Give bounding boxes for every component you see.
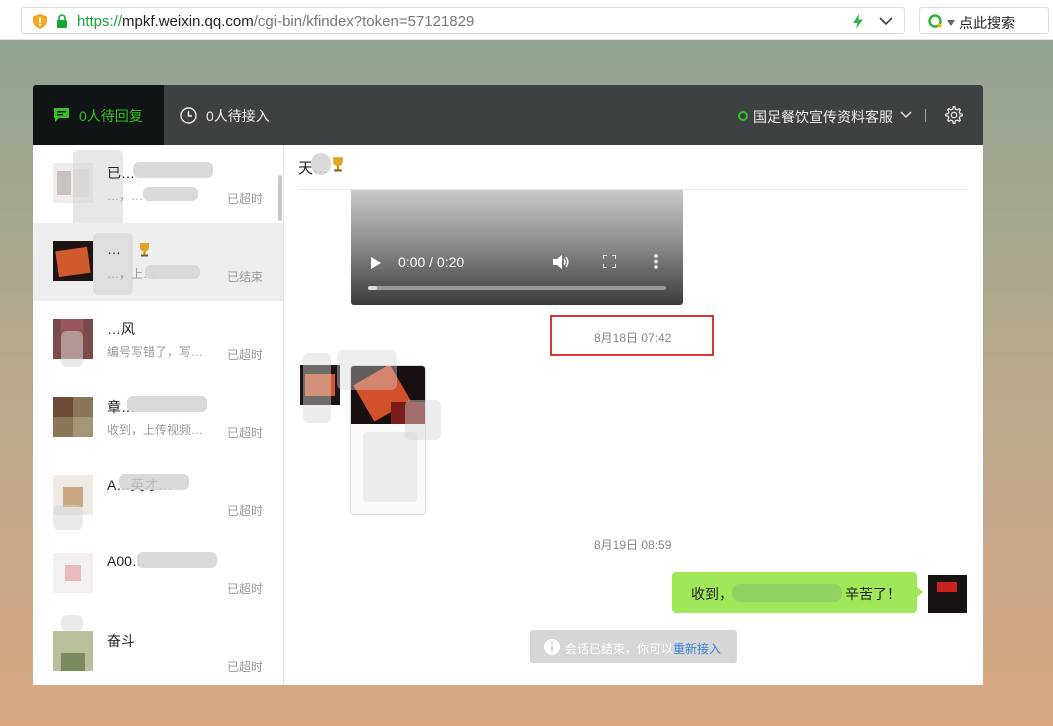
message-text-suffix: 辛苦了！ [845,586,901,602]
conversation-item[interactable]: 章… 收到，上传视频… 已超时 [33,379,283,457]
chat-bubble-icon [54,108,69,122]
avatar [53,631,93,671]
conversation-preview: …，… [107,189,144,203]
account-switcher[interactable]: 国足餐饮宣传资料客服 [736,85,936,145]
conversation-status: 已超时 [227,582,264,596]
customer-service-app: 0人待回复 0人待接入 国足餐饮宣传资料客服 已… …，… 已超时 … …，上…… [33,85,983,685]
conversation-preview: 编号写错了，写… [107,345,204,359]
video-player[interactable]: 0:00 / 0:20 [351,190,683,305]
info-icon [544,639,560,655]
avatar [53,241,93,281]
shield-icon [33,14,47,29]
conversation-status: 已超时 [227,426,264,440]
caret-down-icon [947,20,955,26]
conversation-status: 已超时 [227,192,264,206]
trophy-icon [333,157,343,172]
reconnect-link[interactable]: 重新接入 [673,642,721,656]
more-options-icon[interactable] [654,254,658,269]
chat-panel: 天… 0:00 / 0:20 8月18日 07:42 [285,145,983,685]
notice-text: 会话已结束，你可以重新接入 [565,642,722,656]
conversation-status: 已结束 [227,270,264,284]
lock-icon [57,14,67,28]
conversation-preview: 收到，上传视频… [107,423,204,437]
conversation-item[interactable]: 已… …，… 已超时 [33,145,283,230]
session-ended-notice: 会话已结束，你可以重新接入 [530,630,737,663]
avatar [53,397,93,437]
clock-icon [180,107,197,124]
tab-pending-access-label: 0人待接入 [206,108,270,124]
conversation-status: 已超时 [227,660,264,674]
conversation-name: … [107,241,121,257]
message-timestamp: 8月19日 08:59 [594,538,672,552]
conversation-list: 已… …，… 已超时 … …，上… 已结束 …风 编号写错了，写… 已超时 章…… [33,145,284,685]
conversation-item[interactable]: …风 编号写错了，写… 已超时 [33,301,283,379]
video-time: 0:00 / 0:20 [398,254,465,270]
conversation-item[interactable]: A00… 已超时 [33,535,283,613]
conversation-item[interactable]: A…英才… 已超时 [33,457,283,535]
trophy-icon [140,243,149,257]
video-progress-track[interactable] [368,286,666,290]
account-name: 国足餐饮宣传资料客服 [753,109,893,125]
address-bar[interactable]: https://mpkf.weixin.qq.com/cgi-bin/kfind… [21,7,905,34]
video-progress-fill [368,286,377,290]
highlight-annotation [550,315,714,356]
play-icon[interactable] [371,257,381,269]
lightning-icon[interactable] [853,14,863,29]
chevron-down-icon[interactable] [879,16,893,26]
chevron-down-icon [900,111,912,119]
agent-avatar [928,575,967,613]
conversation-name: 奋斗 [107,633,135,649]
tab-pending-access[interactable]: 0人待接入 [164,85,294,145]
tab-pending-reply[interactable]: 0人待回复 [33,85,164,145]
browser-search-box[interactable]: 点此搜索 [919,7,1049,34]
gear-icon[interactable] [945,106,963,124]
online-status-icon [738,111,748,121]
tab-pending-reply-label: 0人待回复 [79,108,143,124]
avatar [53,553,93,593]
browser-toolbar: https://mpkf.weixin.qq.com/cgi-bin/kfind… [0,0,1053,40]
top-bar: 0人待回复 0人待接入 国足餐饮宣传资料客服 [33,85,983,145]
conversation-name: 已… [107,165,135,181]
sent-message-bubble[interactable]: 收到， 辛苦了！ [672,572,923,613]
message-text-prefix: 收到， [691,586,733,602]
volume-icon[interactable] [553,254,569,270]
url-text: https://mpkf.weixin.qq.com/cgi-bin/kfind… [77,13,475,30]
conversation-item[interactable]: 奋斗 已超时 [33,613,283,685]
search-placeholder: 点此搜索 [959,15,1015,31]
fullscreen-icon[interactable] [603,255,616,268]
conversation-name: …风 [107,321,135,337]
conversation-status: 已超时 [227,504,264,518]
chat-header: 天… [298,145,968,190]
conversation-item[interactable]: … …，上… 已结束 [33,223,283,301]
divider [925,109,926,122]
conversation-status: 已超时 [227,348,264,362]
search-engine-icon [928,14,942,28]
